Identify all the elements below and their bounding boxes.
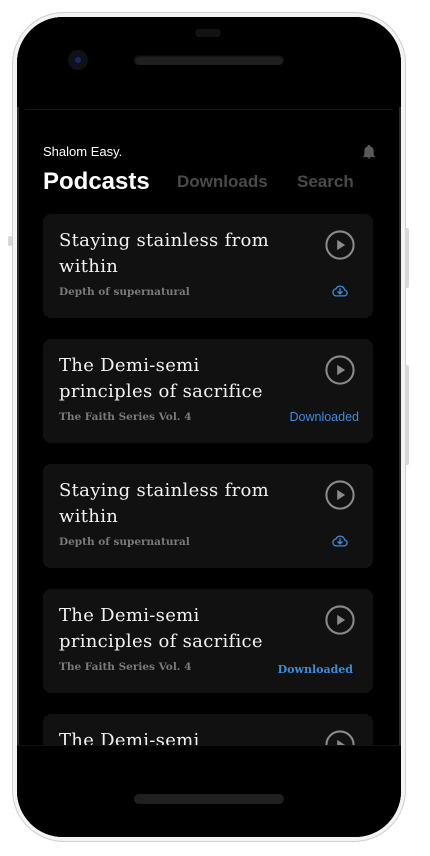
play-circle-icon[interactable] bbox=[325, 605, 355, 635]
greeting-text: Shalom Easy. bbox=[43, 144, 123, 159]
tab-search[interactable]: Search bbox=[297, 172, 354, 192]
podcast-card[interactable]: Staying stainless from within Depth of s… bbox=[43, 214, 373, 318]
tab-bar: Podcasts Downloads Search bbox=[43, 168, 383, 202]
podcast-title: The Demi-semi principles of sacrifice bbox=[59, 355, 263, 402]
podcast-title: The Demi-semi principles of sacrifice bbox=[59, 730, 200, 746]
downloaded-status: Downloaded bbox=[277, 663, 353, 676]
bell-icon[interactable] bbox=[361, 144, 377, 160]
podcast-card[interactable]: The Demi-semi principles of sacrifice Th… bbox=[43, 339, 373, 443]
cloud-download-icon[interactable] bbox=[331, 532, 349, 550]
bottom-speaker bbox=[134, 794, 284, 804]
play-circle-icon[interactable] bbox=[325, 480, 355, 510]
podcast-title: Staying stainless from within bbox=[59, 230, 269, 277]
play-circle-icon[interactable] bbox=[325, 355, 355, 385]
cloud-download-icon[interactable] bbox=[331, 282, 349, 300]
power-button bbox=[405, 365, 409, 465]
phone-bottom-bezel bbox=[17, 745, 401, 837]
tab-podcasts[interactable]: Podcasts bbox=[43, 168, 150, 196]
podcast-list: Staying stainless from within Depth of s… bbox=[43, 214, 373, 746]
tab-downloads[interactable]: Downloads bbox=[177, 172, 268, 192]
podcast-card[interactable]: Staying stainless from within Depth of s… bbox=[43, 464, 373, 568]
podcast-card[interactable]: The Demi-semi principles of sacrifice bbox=[43, 714, 373, 746]
volume-button bbox=[405, 228, 409, 288]
phone-top-bezel bbox=[17, 17, 401, 107]
podcast-title: Staying stainless from within bbox=[59, 480, 269, 527]
sensor bbox=[195, 29, 221, 37]
podcast-card[interactable]: The Demi-semi principles of sacrifice Th… bbox=[43, 589, 373, 693]
podcast-series: The Faith Series Vol. 4 bbox=[59, 411, 192, 423]
podcast-series: Depth of supernatural bbox=[59, 286, 190, 298]
podcast-series: The Faith Series Vol. 4 bbox=[59, 661, 192, 673]
downloaded-status: Downloaded bbox=[289, 410, 360, 424]
podcast-series: Depth of supernatural bbox=[59, 536, 190, 548]
phone-body: Shalom Easy. Podcasts Downloads Search S… bbox=[17, 17, 401, 837]
play-circle-icon[interactable] bbox=[325, 730, 355, 746]
app-screen: Shalom Easy. Podcasts Downloads Search S… bbox=[25, 109, 393, 746]
side-button-left bbox=[8, 236, 12, 246]
earpiece-speaker bbox=[134, 55, 284, 65]
front-camera-icon bbox=[71, 53, 85, 67]
podcast-title: The Demi-semi principles of sacrifice bbox=[59, 605, 263, 652]
play-circle-icon[interactable] bbox=[325, 230, 355, 260]
